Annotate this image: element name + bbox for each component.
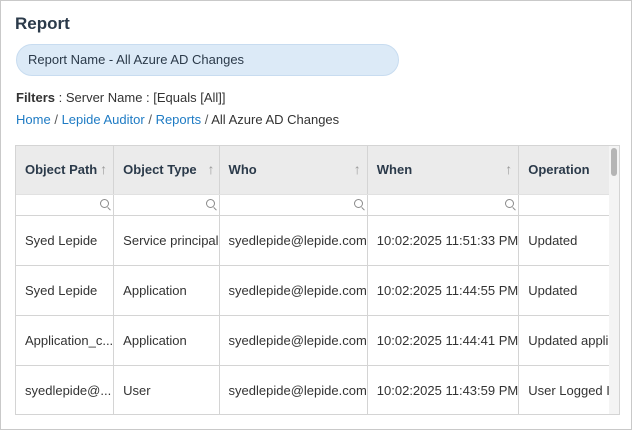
table-row[interactable]: Application_c... Application syedlepide@… xyxy=(16,315,619,366)
cell-operation: Updated xyxy=(518,265,619,316)
report-name-text: Report Name - All Azure AD Changes xyxy=(28,52,245,67)
breadcrumb-current: All Azure AD Changes xyxy=(211,112,340,127)
column-header-when[interactable]: When ↑ xyxy=(367,146,520,195)
breadcrumb-separator: / xyxy=(204,112,209,127)
report-grid: Object Path ↑ Object Type ↑ Who ↑ When ↑ xyxy=(15,145,620,415)
column-label: Who xyxy=(228,162,257,178)
search-icon[interactable] xyxy=(505,198,515,208)
vertical-scrollbar[interactable] xyxy=(609,146,619,414)
breadcrumb-reports-link[interactable]: Reports xyxy=(156,112,202,127)
column-label: Object Path xyxy=(25,162,98,178)
sort-ascending-icon[interactable]: ↑ xyxy=(208,161,215,177)
column-label: Operation xyxy=(528,162,590,178)
report-panel: Report Report Name - All Azure AD Change… xyxy=(0,0,632,430)
cell-operation: User Logged In xyxy=(518,365,619,414)
column-header-who[interactable]: Who ↑ xyxy=(219,146,368,195)
filters-value: : Server Name : [Equals [All]] xyxy=(55,90,226,105)
cell-when: 10:02:2025 11:44:41 PM xyxy=(367,315,520,366)
table-row[interactable]: Syed Lepide Application syedlepide@lepid… xyxy=(16,265,619,316)
breadcrumb-home-link[interactable]: Home xyxy=(16,112,51,127)
breadcrumb-separator: / xyxy=(148,112,152,127)
breadcrumb: Home / Lepide Auditor / Reports / All Az… xyxy=(16,112,339,127)
report-table: Object Path ↑ Object Type ↑ Who ↑ When ↑ xyxy=(16,146,619,414)
cell-operation: Updated xyxy=(518,215,619,266)
filter-cell-when[interactable] xyxy=(367,194,520,216)
cell-object-type: User xyxy=(113,365,220,414)
column-header-object-path[interactable]: Object Path ↑ xyxy=(16,146,115,195)
scrollbar-thumb[interactable] xyxy=(611,148,617,176)
sort-ascending-icon[interactable]: ↑ xyxy=(354,161,361,177)
sort-ascending-icon[interactable]: ↑ xyxy=(100,161,107,177)
breadcrumb-lepide-auditor-link[interactable]: Lepide Auditor xyxy=(62,112,145,127)
cell-object-path: Syed Lepide xyxy=(16,265,115,316)
page-title: Report xyxy=(15,14,70,33)
sort-ascending-icon[interactable]: ↑ xyxy=(505,161,512,177)
column-header-operation[interactable]: Operation ↑ xyxy=(518,146,619,195)
column-filter-row xyxy=(16,194,619,216)
cell-object-type: Service principal xyxy=(113,215,220,266)
filter-cell-object-path[interactable] xyxy=(16,194,115,216)
column-label: When xyxy=(376,162,413,178)
filters-summary: Filters : Server Name : [Equals [All]] xyxy=(16,90,226,105)
table-row[interactable]: Syed Lepide Service principal syedlepide… xyxy=(16,215,619,266)
cell-who: syedlepide@lepide.com xyxy=(219,215,368,266)
cell-when: 10:02:2025 11:44:55 PM xyxy=(367,265,520,316)
search-icon[interactable] xyxy=(100,198,110,208)
cell-object-type: Application xyxy=(113,265,220,316)
cell-when: 10:02:2025 11:43:59 PM xyxy=(367,365,520,414)
cell-object-path: syedlepide@... xyxy=(16,365,115,414)
table-row[interactable]: syedlepide@... User syedlepide@lepide.co… xyxy=(16,365,619,414)
column-header-object-type[interactable]: Object Type ↑ xyxy=(113,146,220,195)
search-icon[interactable] xyxy=(353,198,363,208)
breadcrumb-separator: / xyxy=(54,112,58,127)
cell-who: syedlepide@lepide.com xyxy=(219,365,368,414)
cell-when: 10:02:2025 11:51:33 PM xyxy=(367,215,520,266)
filter-cell-operation[interactable] xyxy=(518,194,619,216)
cell-operation: Updated application xyxy=(518,315,619,366)
cell-who: syedlepide@lepide.com xyxy=(219,265,368,316)
cell-object-type: Application xyxy=(113,315,220,366)
cell-object-path: Syed Lepide xyxy=(16,215,115,266)
search-icon[interactable] xyxy=(205,198,215,208)
cell-object-path: Application_c... xyxy=(16,315,115,366)
filter-cell-who[interactable] xyxy=(219,194,368,216)
report-name-field[interactable]: Report Name - All Azure AD Changes xyxy=(16,44,399,76)
column-label: Object Type xyxy=(123,162,197,178)
filters-label: Filters xyxy=(16,90,56,105)
filter-cell-object-type[interactable] xyxy=(113,194,220,216)
cell-who: syedlepide@lepide.com xyxy=(219,315,368,366)
